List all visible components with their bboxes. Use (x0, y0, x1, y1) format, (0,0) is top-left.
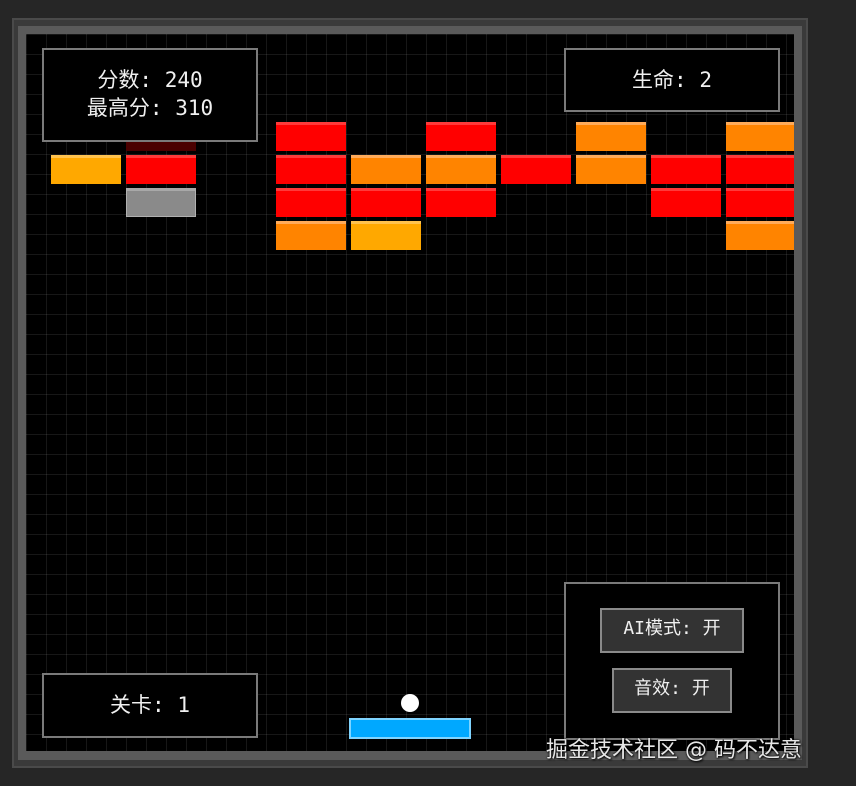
brick-orange (726, 221, 794, 250)
ai-mode-toggle-button[interactable]: AI模式: 开 (600, 608, 744, 653)
score-line: 分数: 240 (44, 66, 256, 94)
brick-red (276, 188, 346, 217)
level-panel: 关卡: 1 (42, 673, 258, 738)
brick-amber (351, 221, 421, 250)
brick-red (351, 188, 421, 217)
lives-value: 2 (699, 68, 712, 92)
paddle[interactable] (349, 718, 471, 739)
brick-red (651, 188, 721, 217)
high-score-label: 最高分: (86, 96, 163, 120)
brick-gray (126, 188, 196, 217)
score-panel: 分数: 240 最高分: 310 (42, 48, 258, 142)
brick-red (501, 155, 571, 184)
playfield[interactable]: 分数: 240 最高分: 310 生命: 2 关卡: 1 AI模式: 开 音效:… (26, 34, 794, 751)
sound-toggle-button[interactable]: 音效: 开 (612, 668, 732, 713)
brick-red (276, 155, 346, 184)
brick-orange (426, 155, 496, 184)
brick-orange (576, 122, 646, 151)
brick-orange (276, 221, 346, 250)
brick-orange (726, 122, 794, 151)
brick-red (651, 155, 721, 184)
level-value: 1 (177, 693, 190, 717)
high-score-value: 310 (175, 96, 214, 120)
high-score-line: 最高分: 310 (44, 94, 256, 122)
level-label: 关卡: (110, 693, 165, 717)
settings-panel: AI模式: 开 音效: 开 (564, 582, 780, 740)
lives-panel: 生命: 2 (564, 48, 780, 112)
score-label: 分数: (97, 68, 153, 92)
brick-red (426, 122, 496, 151)
brick-orange (351, 155, 421, 184)
score-value: 240 (164, 68, 203, 92)
brick-red (126, 155, 196, 184)
brick-red (726, 155, 794, 184)
brick-red (426, 188, 496, 217)
brick-red (276, 122, 346, 151)
ball (401, 694, 419, 712)
game-page: 分数: 240 最高分: 310 生命: 2 关卡: 1 AI模式: 开 音效:… (0, 0, 856, 786)
lives-label: 生命: (632, 68, 687, 92)
brick-amber (51, 155, 121, 184)
watermark-text: 掘金技术社区 @ 码不达意 (546, 738, 802, 763)
brick-red (726, 188, 794, 217)
brick-orange (576, 155, 646, 184)
